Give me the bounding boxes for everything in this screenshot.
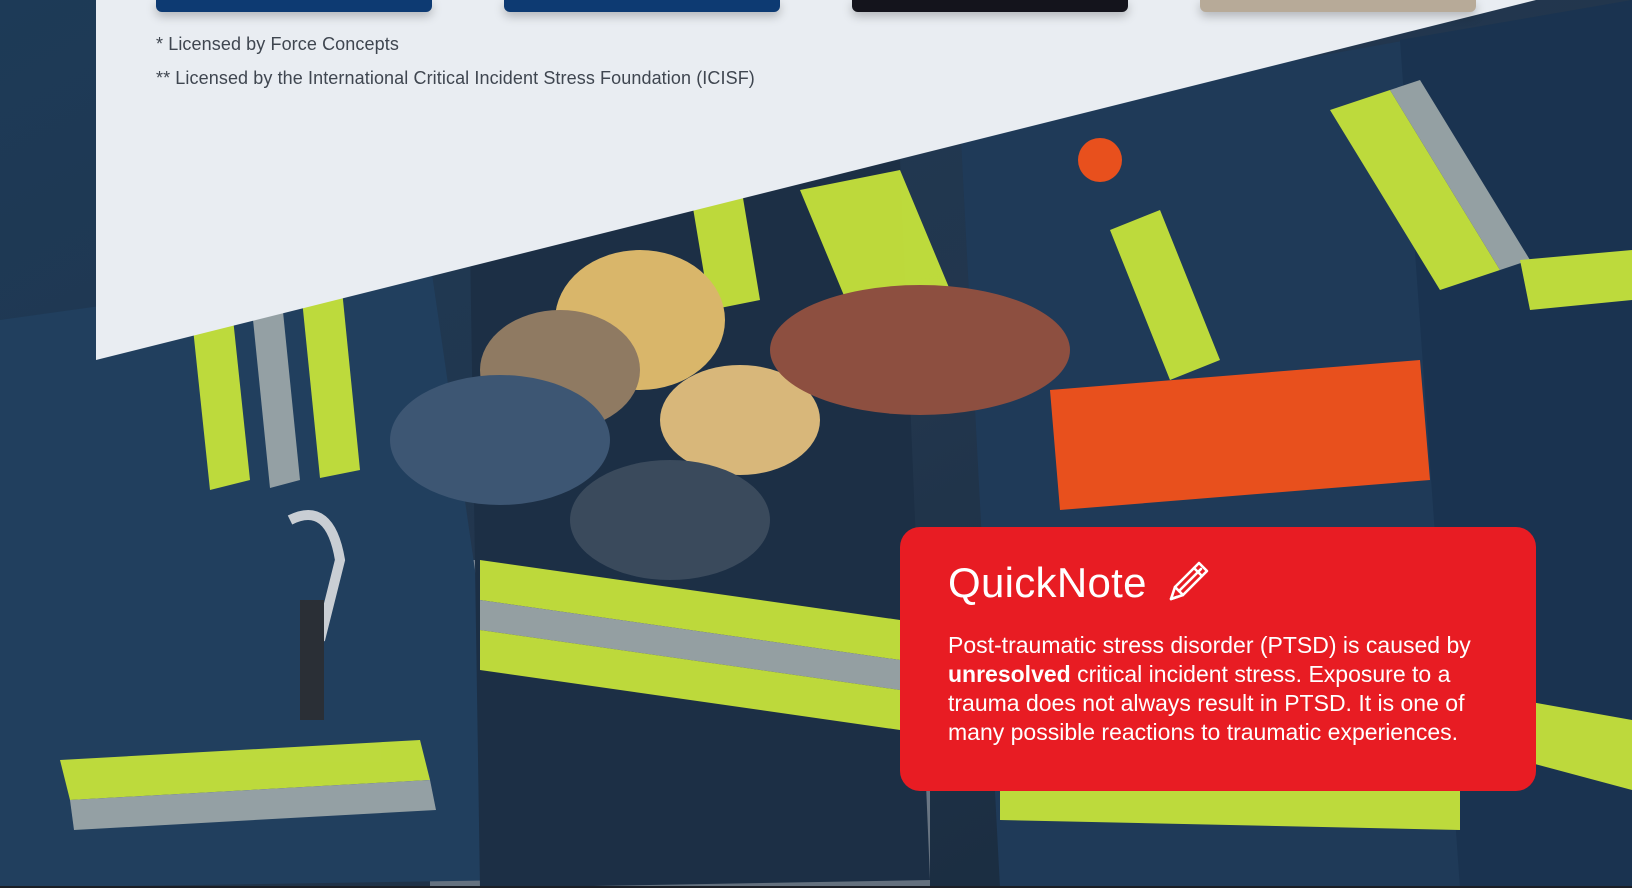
- quicknote-body-emphasis: unresolved: [948, 661, 1071, 687]
- card-stub-2[interactable]: [504, 0, 780, 12]
- quicknote-title: QuickNote: [948, 559, 1147, 606]
- footnote-force-concepts: * Licensed by Force Concepts: [156, 34, 399, 54]
- card-stub-3[interactable]: [852, 0, 1128, 12]
- quicknote-card: QuickNote Post-traumatic stress disorder…: [900, 527, 1536, 791]
- quicknote-header: QuickNote: [948, 557, 1496, 609]
- card-stub-4[interactable]: [1200, 0, 1476, 12]
- card-stub-1[interactable]: [156, 0, 432, 12]
- quicknote-body-start: Post-traumatic stress disorder (PTSD) is…: [948, 632, 1471, 658]
- footnote-icisf: ** Licensed by the International Critica…: [156, 68, 755, 88]
- pencil-icon: [1169, 561, 1209, 601]
- quicknote-body: Post-traumatic stress disorder (PTSD) is…: [948, 631, 1508, 747]
